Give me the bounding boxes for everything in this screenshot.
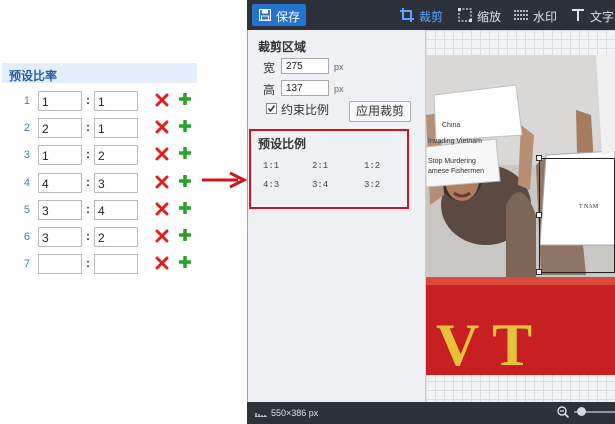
checkmark-icon (267, 105, 276, 113)
constrain-ratio-checkbox[interactable] (266, 103, 277, 114)
ratio-width-input[interactable]: 2 (38, 118, 82, 138)
add-ratio-icon[interactable] (178, 146, 192, 160)
delete-ratio-icon[interactable] (155, 120, 169, 134)
ratio-row: 44:3 (0, 173, 200, 193)
preset-ratio-3-2[interactable]: 3:2 (364, 180, 380, 190)
preset-ratio-4-3[interactable]: 4:3 (263, 180, 279, 190)
ratio-height-input[interactable]: 2 (94, 227, 138, 247)
tool-crop-label: 裁剪 (419, 10, 444, 24)
tool-text-label: 文字 (590, 10, 615, 24)
sign-text-stop: Stop Murdering (428, 158, 476, 165)
width-input[interactable]: 275 (281, 58, 329, 74)
tool-watermark-label: 水印 (533, 10, 558, 24)
tool-crop[interactable]: 裁剪 (400, 7, 446, 24)
ratio-row: 53:4 (0, 200, 200, 220)
image-size-icon (255, 413, 267, 417)
ratio-width-input[interactable]: 3 (38, 227, 82, 247)
floppy-disk-icon (259, 9, 271, 21)
preset-ratio-title: 预设比率 (9, 69, 58, 83)
resize-icon (458, 8, 472, 22)
banner-text: V T (436, 312, 532, 375)
height-input[interactable]: 137 (281, 80, 329, 96)
ratio-width-input[interactable]: 3 (38, 200, 82, 220)
ratio-width-input[interactable]: 4 (38, 173, 82, 193)
ratio-width-input[interactable] (38, 254, 82, 274)
ratio-row: 22:1 (0, 118, 200, 138)
delete-ratio-icon[interactable] (155, 93, 169, 107)
delete-ratio-icon[interactable] (155, 256, 169, 270)
ratio-row-index: 6 (23, 231, 30, 243)
crop-area-title: 裁剪区域 (258, 40, 307, 54)
sign-text-fishermen: amese Fishermen (428, 168, 484, 175)
ratio-separator: : (86, 256, 90, 270)
ratio-height-input[interactable]: 1 (94, 118, 138, 138)
add-ratio-icon[interactable] (178, 255, 192, 269)
red-arrow-icon (202, 171, 248, 189)
ratio-separator: : (86, 202, 90, 216)
preset-ratio-2-1[interactable]: 2:1 (312, 161, 328, 171)
delete-ratio-icon[interactable] (155, 202, 169, 216)
ratio-row-index: 3 (23, 149, 30, 161)
ratio-row-index: 4 (23, 177, 30, 189)
ratio-separator: : (86, 93, 90, 107)
save-button-label: 保存 (276, 10, 301, 24)
tool-resize-label: 缩放 (477, 10, 502, 24)
height-label: 高 (263, 83, 276, 97)
crop-selection[interactable] (539, 158, 615, 273)
ratio-separator: : (86, 175, 90, 189)
zoom-slider-handle[interactable] (577, 407, 586, 416)
height-unit: px (334, 84, 344, 94)
zoom-out-icon[interactable] (557, 406, 569, 418)
ratio-row-index: 2 (23, 122, 30, 134)
width-label: 宽 (263, 61, 276, 75)
add-ratio-icon[interactable] (178, 119, 192, 133)
crop-handle-middle-left[interactable] (536, 212, 542, 218)
sign-text-china: China (442, 122, 460, 129)
ratio-row: 11:1 (0, 91, 200, 111)
ratio-row: 7: (0, 254, 200, 274)
crop-handle-top-left[interactable] (536, 155, 542, 161)
preset-ratio-header: 预设比率 (2, 63, 197, 83)
ratio-height-input[interactable]: 2 (94, 145, 138, 165)
ratio-height-input[interactable]: 3 (94, 173, 138, 193)
delete-ratio-icon[interactable] (155, 147, 169, 161)
add-ratio-icon[interactable] (178, 201, 192, 215)
text-tool-icon (572, 9, 584, 21)
watermark-icon (514, 10, 528, 20)
save-button[interactable]: 保存 (252, 4, 306, 26)
ratio-row-index: 7 (23, 258, 30, 270)
delete-ratio-icon[interactable] (155, 175, 169, 189)
delete-ratio-icon[interactable] (155, 229, 169, 243)
add-ratio-icon[interactable] (178, 174, 192, 188)
ratio-width-input[interactable]: 1 (38, 145, 82, 165)
ratio-height-input[interactable]: 4 (94, 200, 138, 220)
ratio-width-input[interactable]: 1 (38, 91, 82, 111)
crop-handle-bottom-left[interactable] (536, 269, 542, 275)
ratio-height-input[interactable] (94, 254, 138, 274)
add-ratio-icon[interactable] (178, 228, 192, 242)
constrain-ratio-label: 约束比例 (281, 103, 330, 117)
crop-icon (400, 8, 414, 22)
apply-crop-button[interactable]: 应用裁剪 (349, 101, 411, 122)
ratio-separator: : (86, 120, 90, 134)
ratio-row-index: 1 (23, 95, 30, 107)
preset-ratio-section-title: 预设比例 (258, 137, 307, 151)
ratio-row: 63:2 (0, 227, 200, 247)
ratio-height-input[interactable]: 1 (94, 91, 138, 111)
add-ratio-icon[interactable] (178, 92, 192, 106)
ratio-separator: : (86, 147, 90, 161)
preset-ratio-1-1[interactable]: 1:1 (263, 161, 279, 171)
sign-text-invading: Invading Vietnam (428, 138, 482, 145)
ratio-row: 31:2 (0, 145, 200, 165)
ratio-row-index: 5 (23, 204, 30, 216)
preset-ratio-1-2[interactable]: 1:2 (364, 161, 380, 171)
tool-resize[interactable]: 缩放 (458, 7, 506, 24)
width-unit: px (334, 62, 344, 72)
tool-text[interactable]: 文字 (571, 7, 615, 24)
ratio-separator: : (86, 229, 90, 243)
tool-watermark[interactable]: 水印 (514, 7, 562, 24)
preset-ratio-3-4[interactable]: 3:4 (312, 180, 328, 190)
image-size-text: 550×386 px (271, 408, 319, 418)
